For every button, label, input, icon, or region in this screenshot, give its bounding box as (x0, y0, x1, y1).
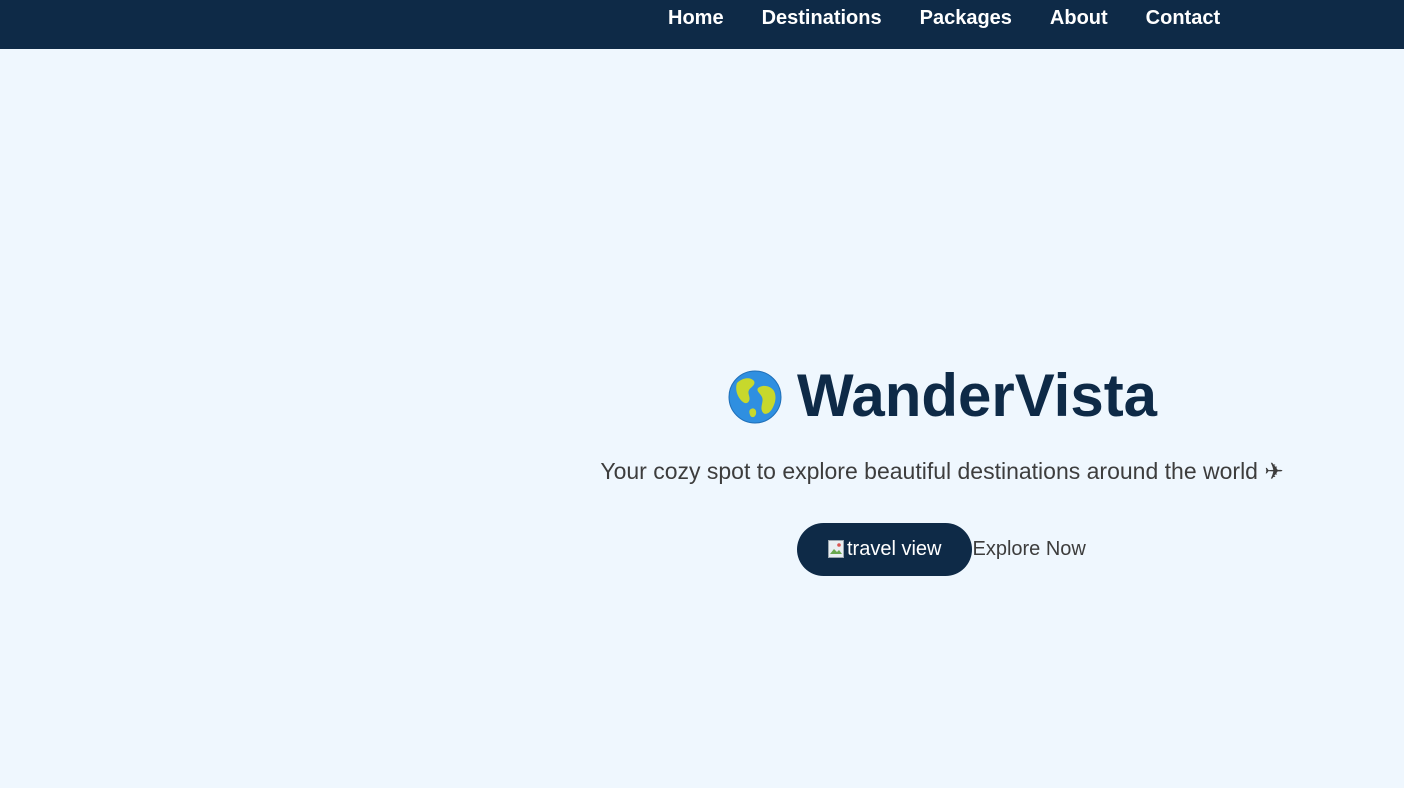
site-title: WanderVista (796, 362, 1158, 429)
nav-link-contact[interactable]: Contact (1146, 7, 1220, 30)
cta-row: travel view Explore Now (797, 523, 1086, 576)
main-nav: Home Destinations Packages About Contact (668, 0, 1220, 36)
broken-image-icon (828, 539, 844, 558)
top-navbar: Home Destinations Packages About Contact (0, 0, 1404, 49)
image-alt-text: travel view (847, 538, 942, 560)
nav-link-destinations[interactable]: Destinations (762, 7, 882, 30)
nav-link-packages[interactable]: Packages (920, 7, 1012, 30)
explore-now-link[interactable]: Explore Now (972, 538, 1085, 561)
travel-image-button[interactable]: travel view (797, 523, 973, 576)
hero-section: WanderVista Your cozy spot to explore be… (540, 360, 1344, 576)
globe-icon (727, 369, 783, 425)
nav-link-about[interactable]: About (1050, 7, 1108, 30)
hero-subtitle: Your cozy spot to explore beautiful dest… (600, 458, 1284, 484)
hero-title-row: WanderVista (540, 360, 1344, 432)
nav-link-home[interactable]: Home (668, 7, 724, 30)
